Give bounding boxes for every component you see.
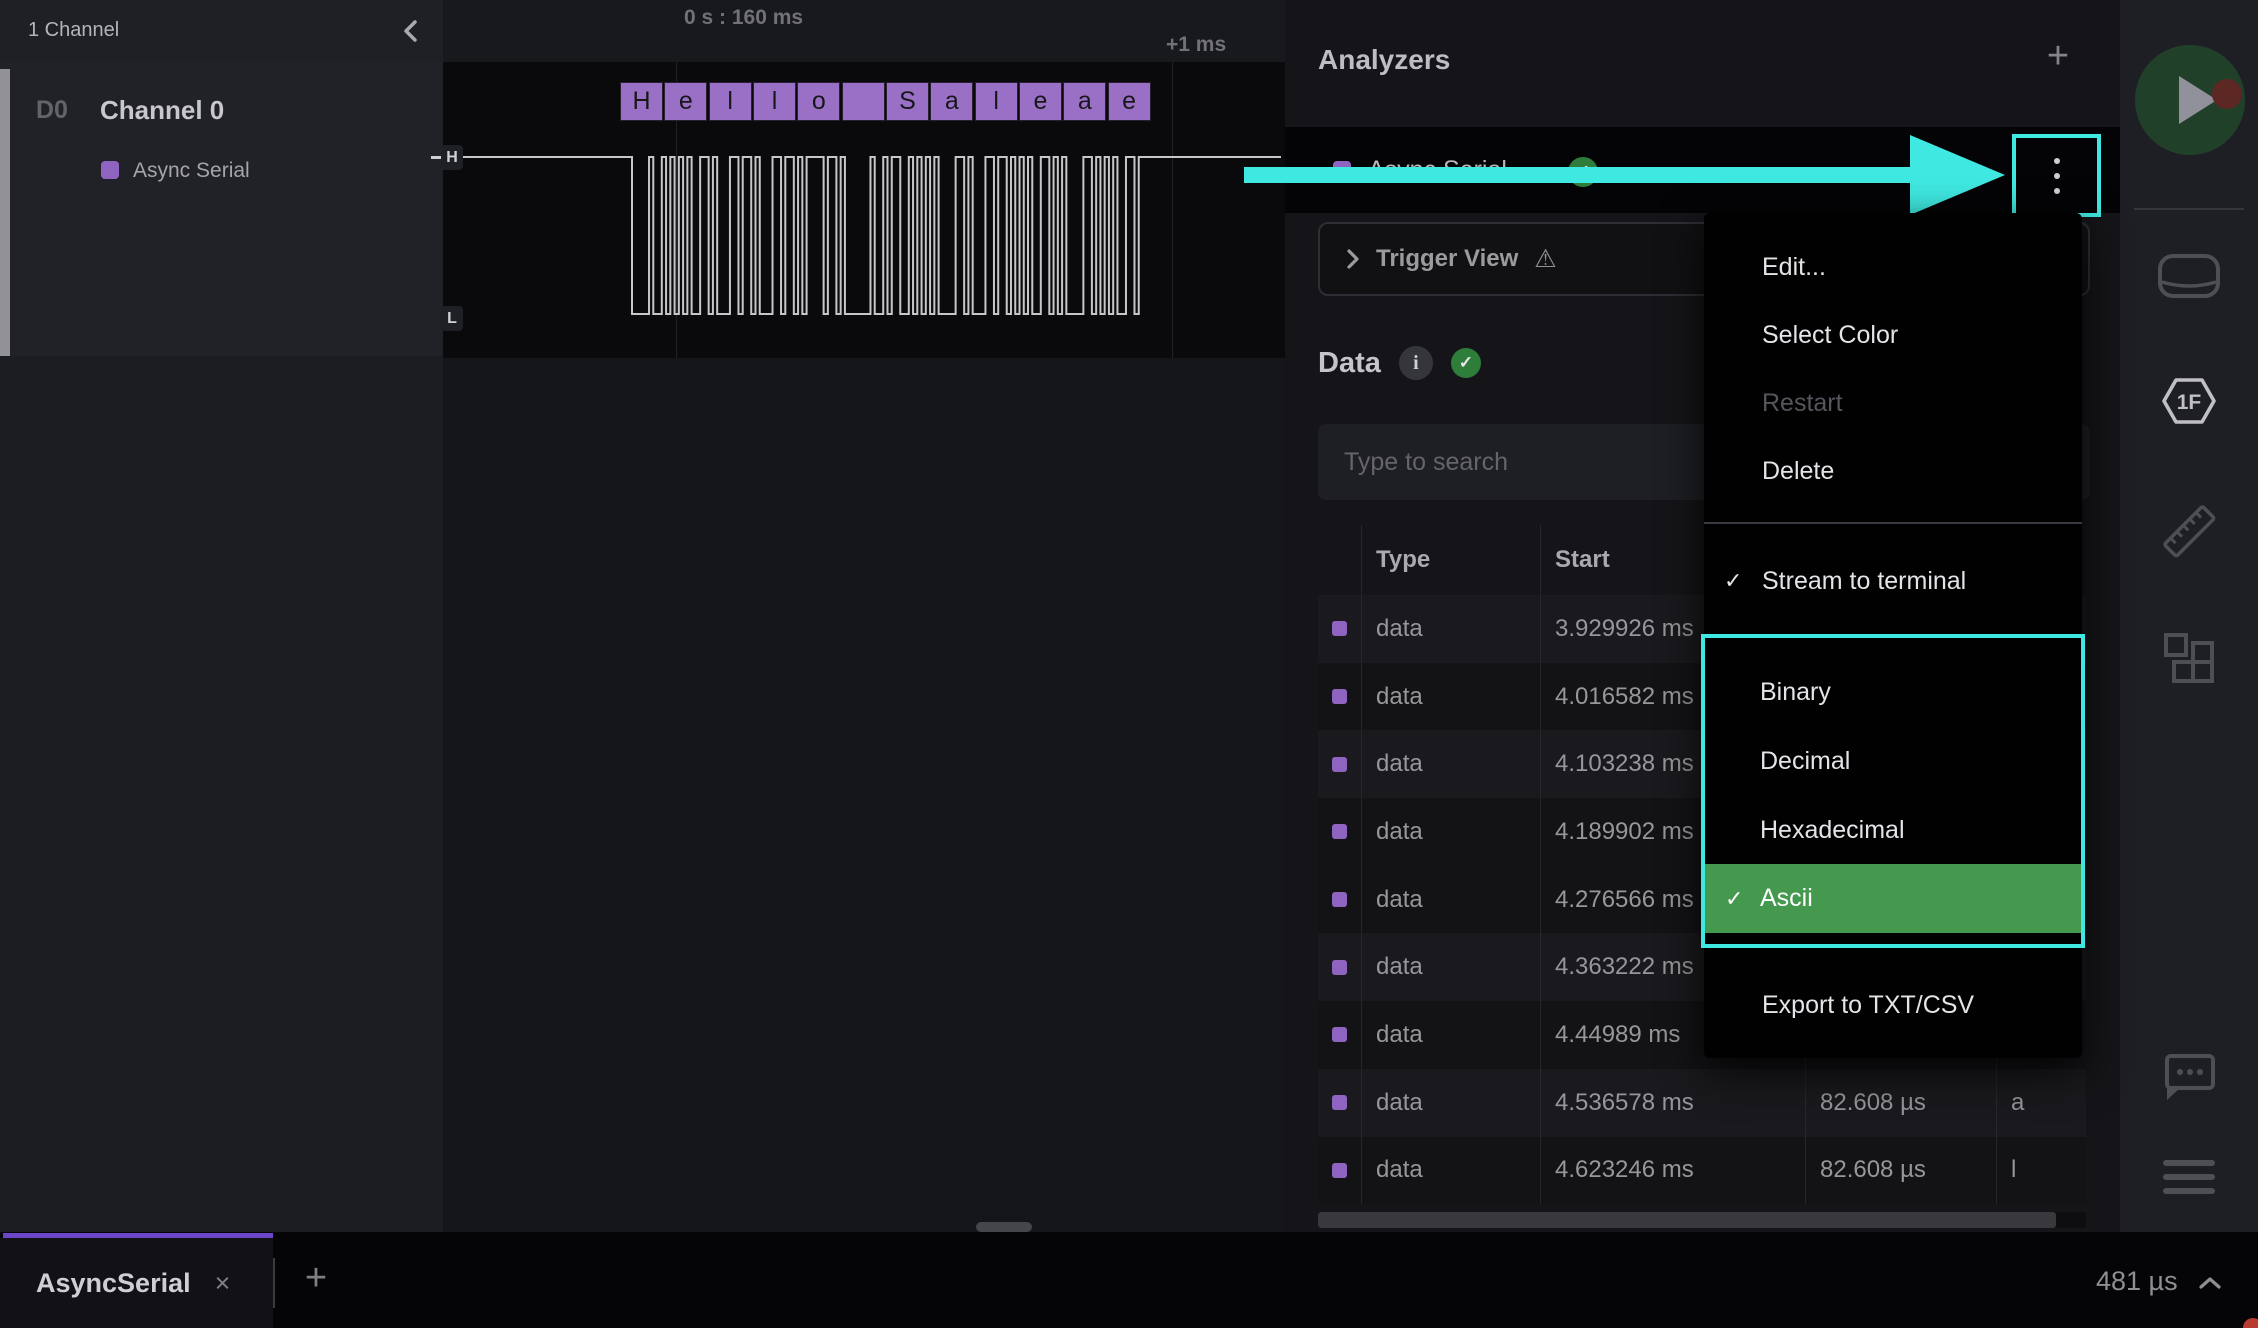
table-cell: a xyxy=(1996,1069,2086,1137)
data-section-heading: Data i ✓ xyxy=(1318,344,1481,382)
analyzer-swatch[interactable] xyxy=(1333,161,1351,179)
chevron-up-icon[interactable] xyxy=(2198,1274,2222,1292)
timeline-tick-secondary: +1 ms xyxy=(1166,33,1226,57)
right-toolbar: 1F xyxy=(2120,0,2258,1232)
analyzer-context-menu: ✓ Stream to terminal Binary Decimal Hexade… xyxy=(1704,213,2082,1058)
chat-feedback-icon[interactable] xyxy=(2164,1052,2216,1104)
table-cell: data xyxy=(1361,1069,1540,1137)
record-dot-icon xyxy=(2212,79,2242,109)
waveform-hscroll-thumb[interactable] xyxy=(976,1222,1032,1232)
table-cell: data xyxy=(1361,1001,1540,1069)
svg-text:1F: 1F xyxy=(2177,391,2202,414)
active-tab-accent xyxy=(3,1233,273,1238)
analyzer-name: Async Serial xyxy=(1368,156,1507,185)
toolbar-divider xyxy=(2134,208,2244,210)
menu-item-stream-to-terminal[interactable]: ✓ Stream to terminal xyxy=(1704,549,2082,613)
chevron-right-icon xyxy=(1346,248,1360,270)
sidebar-header: 1 Channel xyxy=(0,0,443,62)
digital-waveform[interactable] xyxy=(443,62,1285,358)
table-cell: data xyxy=(1361,866,1540,934)
row-color-swatch xyxy=(1332,689,1347,704)
device-icon[interactable] xyxy=(2157,253,2221,299)
table-cell: data xyxy=(1361,595,1540,663)
channel-analyzer-label: Async Serial xyxy=(133,159,250,183)
channel-id: D0 xyxy=(36,96,68,125)
table-cell: data xyxy=(1361,730,1540,798)
table-cell: data xyxy=(1361,933,1540,1001)
sidebar-collapse-icon[interactable] xyxy=(398,18,424,44)
tab-label: AsyncSerial xyxy=(36,1268,191,1299)
table-cell: data xyxy=(1361,663,1540,731)
menu-item-export[interactable]: Export to TXT/CSV xyxy=(1704,973,2082,1037)
tab-close-icon[interactable]: × xyxy=(215,1268,231,1299)
measure-ruler-icon[interactable] xyxy=(2159,501,2219,561)
add-analyzer-button[interactable]: + xyxy=(2036,34,2080,78)
layout-grid-icon[interactable] xyxy=(2162,630,2218,686)
row-color-swatch xyxy=(1332,1095,1347,1110)
canvas-empty-area xyxy=(443,358,1285,1232)
table-cell: data xyxy=(1361,1137,1540,1205)
menu-item-edit[interactable]: Edit... xyxy=(1704,235,2082,299)
analyzers-title: Analyzers xyxy=(1318,44,1450,76)
trigger-view-label: Trigger View xyxy=(1376,245,1518,273)
radix-option-decimal[interactable]: Decimal xyxy=(1705,731,2081,791)
table-column-header[interactable]: Type xyxy=(1361,525,1540,595)
row-color-swatch xyxy=(1332,824,1347,839)
sidebar-empty-area xyxy=(0,356,443,1232)
radix-option-ascii[interactable]: ✓Ascii xyxy=(1705,864,2081,933)
row-color-swatch xyxy=(1332,621,1347,636)
table-cell: 4.536578 ms xyxy=(1540,1069,1805,1137)
channel-count-label: 1 Channel xyxy=(28,19,119,42)
analyzer-row-async-serial[interactable]: Async Serial ✓ xyxy=(1285,127,2120,213)
table-row[interactable]: data4.536578 ms82.608 µsa xyxy=(1318,1069,2086,1137)
check-icon: ✓ xyxy=(1724,568,1742,594)
table-cell: 82.608 µs xyxy=(1805,1137,1996,1205)
timeline-header[interactable] xyxy=(443,0,1285,62)
analyzer-ok-icon: ✓ xyxy=(1568,157,1598,187)
row-color-swatch xyxy=(1332,960,1347,975)
row-color-swatch xyxy=(1332,757,1347,772)
menu-item-select-color[interactable]: Select Color xyxy=(1704,303,2082,367)
info-icon[interactable]: i xyxy=(1399,346,1433,380)
timeline-tick-primary: 0 s : 160 ms xyxy=(684,6,803,30)
analyzer-kebab-menu-button[interactable] xyxy=(2012,134,2101,217)
capture-duration-label: 481 µs xyxy=(2096,1266,2178,1297)
tab-asyncserial[interactable]: AsyncSerial × xyxy=(0,1238,273,1328)
play-icon xyxy=(2179,76,2217,124)
channel-name: Channel 0 xyxy=(100,95,224,126)
radix-option-hexadecimal[interactable]: Hexadecimal xyxy=(1705,800,2081,860)
table-cell: data xyxy=(1361,798,1540,866)
row-color-swatch xyxy=(1332,892,1347,907)
data-title: Data xyxy=(1318,347,1381,380)
high-level-label: H xyxy=(441,145,463,170)
check-icon: ✓ xyxy=(1725,886,1743,912)
menu-item-restart: Restart xyxy=(1704,371,2082,435)
channel-scroll-indicator[interactable] xyxy=(0,69,10,356)
radix-options-group: Binary Decimal Hexadecimal✓Ascii xyxy=(1701,634,2085,948)
row-color-swatch xyxy=(1332,1163,1347,1178)
menu-item-delete[interactable]: Delete xyxy=(1704,439,2082,503)
low-level-label: L xyxy=(441,306,463,331)
table-cell: 4.623246 ms xyxy=(1540,1137,1805,1205)
table-row[interactable]: data4.623246 ms82.608 µsl xyxy=(1318,1137,2086,1205)
hex-display-icon[interactable]: 1F xyxy=(2161,377,2217,425)
table-cell: 82.608 µs xyxy=(1805,1069,1996,1137)
warning-icon: ⚠ xyxy=(1534,244,1556,274)
add-tab-button[interactable]: + xyxy=(292,1252,340,1304)
data-ok-icon: ✓ xyxy=(1451,348,1481,378)
channel-panel[interactable]: D0 Channel 0 Async Serial xyxy=(0,62,443,356)
analyzer-color-swatch[interactable] xyxy=(101,161,119,179)
logic-analyzer-app: 1 Channel D0 Channel 0 Async Serial 0 s … xyxy=(0,0,2258,1328)
radix-option-binary[interactable]: Binary xyxy=(1705,662,2081,722)
table-cell: l xyxy=(1996,1137,2086,1205)
table-header-marker xyxy=(1318,525,1361,595)
tab-bar-divider xyxy=(273,1258,275,1308)
row-color-swatch xyxy=(1332,1027,1347,1042)
menu-divider xyxy=(1704,522,2082,524)
table-hscroll-thumb[interactable] xyxy=(1318,1212,2056,1228)
main-menu-icon[interactable] xyxy=(2163,1160,2215,1194)
capture-play-button[interactable] xyxy=(2135,45,2245,155)
